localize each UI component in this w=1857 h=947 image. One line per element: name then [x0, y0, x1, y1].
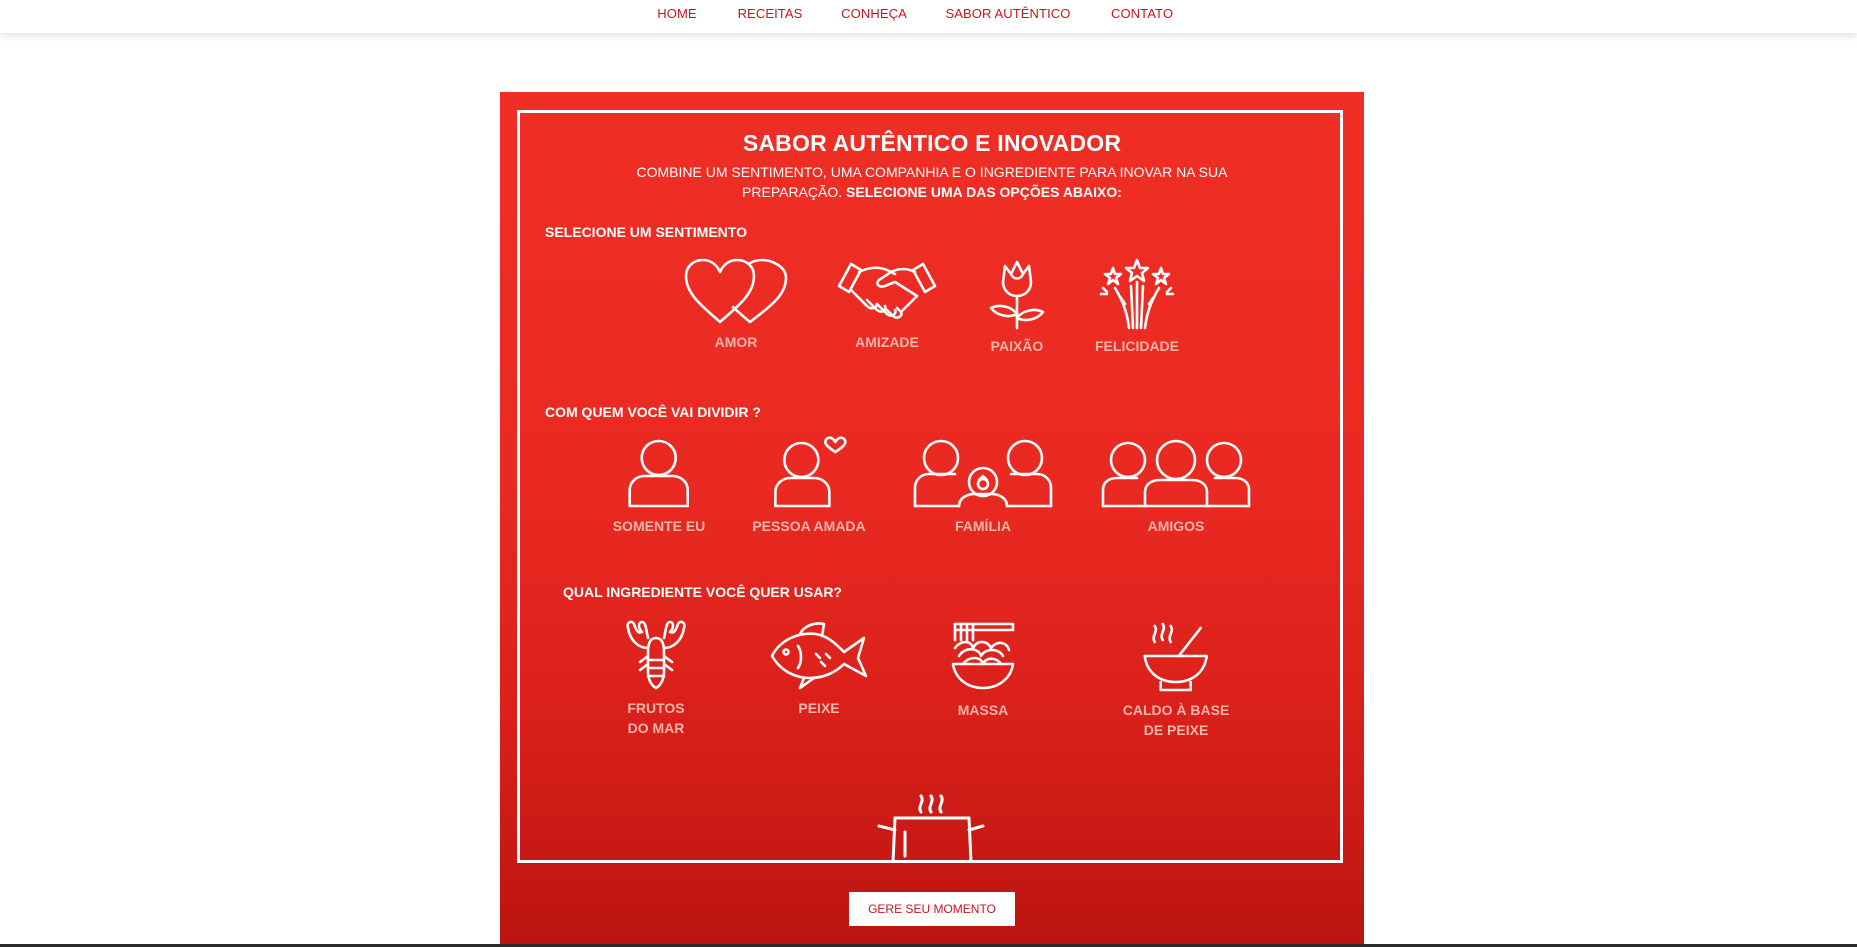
friends-icon: [1101, 439, 1251, 508]
option-pessoa-amada[interactable]: PESSOA AMADA: [752, 436, 866, 536]
nav-sabor-autentico[interactable]: SABOR AUTÊNTICO: [945, 6, 1070, 21]
option-paixao[interactable]: PAIXÃO: [987, 258, 1047, 356]
family-icon: [913, 439, 1053, 508]
gere-seu-momento-button[interactable]: GERE SEU MOMENTO: [849, 892, 1015, 926]
pasta-icon: [951, 622, 1015, 690]
option-label-amigos: AMIGOS: [1147, 518, 1205, 534]
soup-bowl-icon: [1143, 622, 1209, 692]
option-caldo-base-peixe[interactable]: CALDO À BASE DE PEIXE: [1122, 620, 1230, 740]
page-subtitle: COMBINE UM SENTIMENTO, UMA COMPANHIA E O…: [500, 162, 1364, 202]
companhia-label: COM QUEM VOCÊ VAI DIVIDIR ?: [545, 404, 761, 420]
fireworks-icon: [1099, 258, 1175, 330]
sabor-autentico-panel: SABOR AUTÊNTICO E INOVADOR COMBINE UM SE…: [500, 92, 1364, 944]
page-title: SABOR AUTÊNTICO E INOVADOR: [742, 130, 1122, 156]
option-amizade[interactable]: AMIZADE: [837, 258, 937, 352]
person-heart-icon: [773, 436, 847, 508]
subtitle-line1: COMBINE UM SENTIMENTO, UMA COMPANHIA E O…: [636, 164, 1228, 180]
option-frutos-do-mar[interactable]: FRUTOS DO MAR: [624, 620, 688, 738]
nav-contato[interactable]: CONTATO: [1111, 6, 1173, 21]
subtitle-line2: PREPARAÇÃO.: [742, 184, 843, 200]
lobster-icon: [626, 620, 686, 690]
option-somente-eu[interactable]: SOMENTE EU: [612, 439, 706, 536]
option-label-amor: AMOR: [714, 334, 758, 350]
sentimento-label: SELECIONE UM SENTIMENTO: [545, 224, 747, 240]
option-amigos[interactable]: AMIGOS: [1101, 439, 1251, 536]
option-massa[interactable]: MASSA: [951, 620, 1015, 720]
person-icon: [628, 439, 690, 508]
option-amor[interactable]: AMOR: [684, 258, 788, 352]
hearts-icon: [684, 258, 788, 324]
option-label-pessoa-amada: PESSOA AMADA: [752, 518, 866, 534]
main-nav: HOME RECEITAS CONHEÇA SABOR AUTÊNTICO CO…: [0, 0, 1857, 33]
option-label-frutos-do-mar: FRUTOS DO MAR: [627, 700, 685, 736]
fish-icon: [770, 622, 868, 690]
option-label-massa: MASSA: [957, 702, 1009, 718]
option-label-felicidade: FELICIDADE: [1095, 338, 1179, 354]
option-peixe[interactable]: PEIXE: [770, 620, 868, 718]
cooking-pot-icon: [877, 794, 985, 862]
option-familia[interactable]: FAMÍLIA: [913, 439, 1053, 536]
option-label-somente-eu: SOMENTE EU: [612, 518, 706, 534]
handshake-icon: [837, 262, 937, 319]
nav-receitas[interactable]: RECEITAS: [738, 6, 803, 21]
option-label-familia: FAMÍLIA: [955, 518, 1011, 534]
option-label-amizade: AMIZADE: [855, 334, 919, 350]
option-label-paixao: PAIXÃO: [990, 338, 1044, 354]
nav-home[interactable]: HOME: [657, 6, 696, 21]
nav-conheca[interactable]: CONHEÇA: [841, 6, 907, 21]
option-label-peixe: PEIXE: [798, 700, 840, 716]
rose-icon: [989, 260, 1045, 330]
subtitle-instruction: SELECIONE UMA DAS OPÇÕES ABAIXO:: [846, 184, 1122, 200]
top-navigation-bar: HOME RECEITAS CONHEÇA SABOR AUTÊNTICO CO…: [0, 0, 1857, 33]
ingrediente-label: QUAL INGREDIENTE VOCÊ QUER USAR?: [563, 584, 842, 600]
option-felicidade[interactable]: FELICIDADE: [1095, 258, 1179, 356]
option-label-caldo-base-peixe: CALDO À BASE DE PEIXE: [1122, 702, 1230, 738]
